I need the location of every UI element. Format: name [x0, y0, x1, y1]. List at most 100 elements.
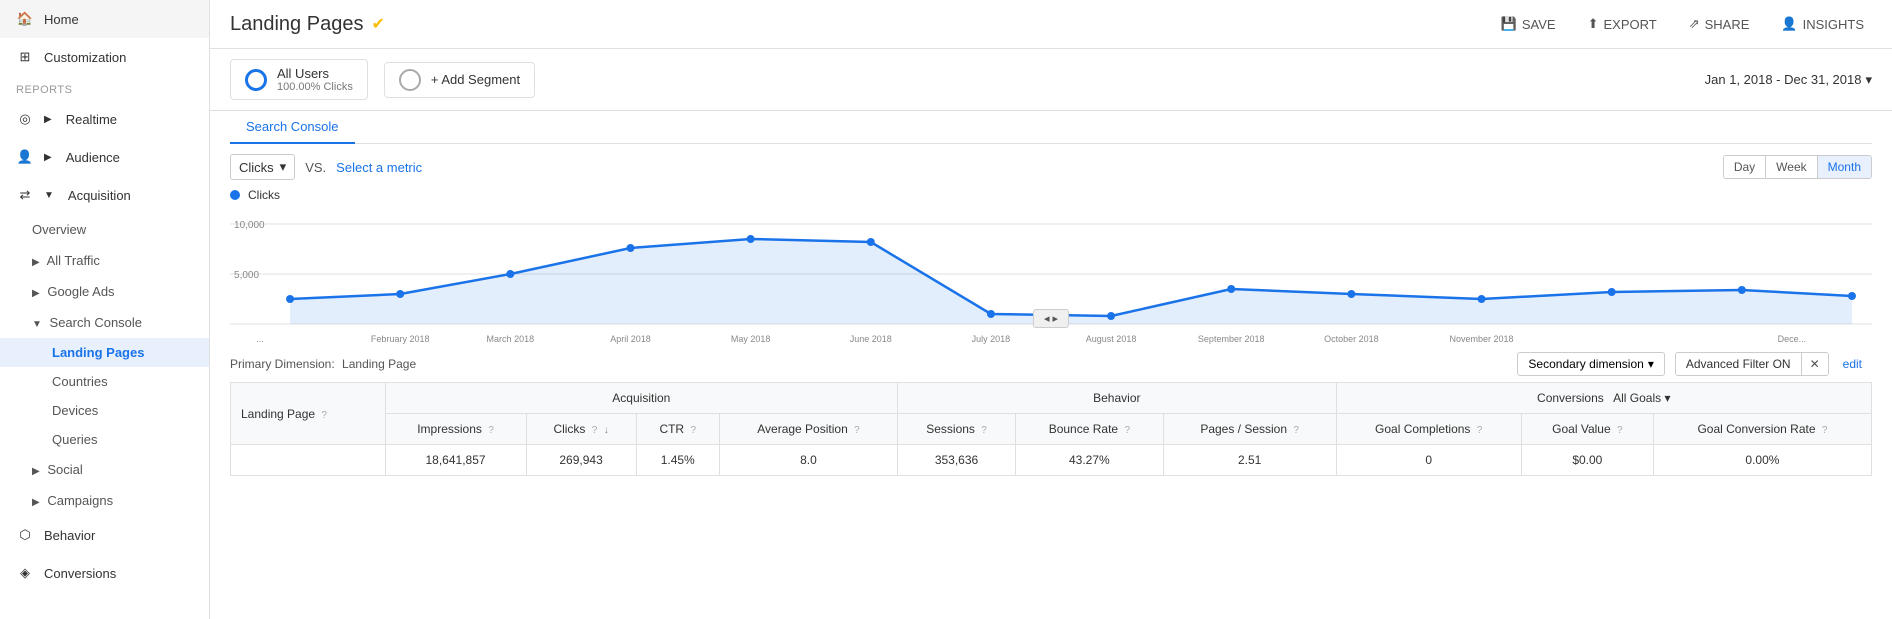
- metric-dropdown[interactable]: Clicks ▾: [230, 154, 295, 180]
- help-icon[interactable]: ?: [1124, 425, 1130, 436]
- all-goals-dropdown[interactable]: All Goals ▾: [1613, 391, 1670, 405]
- svg-text:November 2018: November 2018: [1449, 334, 1513, 344]
- behavior-icon: ⬡: [16, 526, 34, 544]
- advanced-filter-edit-link[interactable]: edit: [1833, 353, 1872, 375]
- help-icon[interactable]: ?: [1617, 425, 1623, 436]
- topbar-actions: 💾 SAVE ⬆ EXPORT ⇗ SHARE 👤 INSIGHTS: [1493, 12, 1872, 36]
- th-bounce-rate: Bounce Rate ?: [1015, 414, 1163, 445]
- sidebar-item-realtime[interactable]: ◎ ▶ Realtime: [0, 100, 209, 138]
- save-button[interactable]: 💾 SAVE: [1493, 12, 1564, 36]
- sidebar-item-customization[interactable]: ⊞ Customization: [0, 38, 209, 76]
- chevron-right-icon: ▶: [32, 497, 40, 508]
- sidebar-item-label: Countries: [52, 374, 108, 389]
- totals-clicks: 269,943: [526, 445, 636, 476]
- period-day-button[interactable]: Day: [1724, 156, 1766, 178]
- customization-icon: ⊞: [16, 48, 34, 66]
- svg-text:...: ...: [256, 334, 264, 344]
- advanced-filter-box: Advanced Filter ON ✕: [1675, 352, 1829, 376]
- all-users-segment[interactable]: All Users 100.00% Clicks: [230, 59, 368, 100]
- secondary-dimension-arrow: ▾: [1648, 357, 1654, 371]
- svg-text:June 2018: June 2018: [850, 334, 892, 344]
- help-icon[interactable]: ?: [1293, 425, 1299, 436]
- sidebar-item-label: Overview: [32, 222, 86, 237]
- sidebar-item-landing-pages[interactable]: Landing Pages: [0, 338, 209, 367]
- period-month-button[interactable]: Month: [1818, 156, 1871, 178]
- sidebar-item-search-console[interactable]: ▼ Search Console: [0, 307, 209, 338]
- metric-dropdown-arrow: ▾: [280, 159, 287, 175]
- main-content: Landing Pages ✔ 💾 SAVE ⬆ EXPORT ⇗ SHARE …: [210, 0, 1892, 619]
- sidebar-item-all-traffic[interactable]: ▶ All Traffic: [0, 245, 209, 276]
- add-segment[interactable]: + Add Segment: [384, 62, 535, 98]
- chart-point: [1107, 312, 1115, 320]
- chart-area: Search Console Clicks ▾ VS. Select a met…: [210, 111, 1892, 344]
- secondary-dimension-row-left: Secondary dimension ▾: [1517, 352, 1664, 376]
- svg-text:Dece...: Dece...: [1778, 334, 1807, 344]
- help-icon[interactable]: ?: [690, 425, 696, 436]
- date-range[interactable]: Jan 1, 2018 - Dec 31, 2018 ▾: [1705, 72, 1872, 88]
- help-icon[interactable]: ?: [1822, 425, 1828, 436]
- save-icon: 💾: [1501, 16, 1517, 32]
- chart-point: [1608, 288, 1616, 296]
- table-area: Primary Dimension: Landing Page Secondar…: [210, 344, 1892, 619]
- chart-point: [1478, 295, 1486, 303]
- help-icon[interactable]: ?: [981, 425, 987, 436]
- segment-bar-left: All Users 100.00% Clicks + Add Segment: [230, 59, 535, 100]
- th-behavior-group: Behavior: [898, 383, 1336, 414]
- chevron-right-icon: ▶: [32, 288, 40, 299]
- th-landing-page: Landing Page ?: [231, 383, 386, 445]
- realtime-icon: ◎: [16, 110, 34, 128]
- chevron-right-icon: ▶: [44, 114, 52, 125]
- sidebar-item-conversions[interactable]: ◈ Conversions: [0, 554, 209, 592]
- insights-button[interactable]: 👤 INSIGHTS: [1773, 12, 1872, 36]
- sidebar-item-overview[interactable]: Overview: [0, 214, 209, 245]
- date-range-chevron: ▾: [1865, 72, 1872, 88]
- verified-badge-icon: ✔: [371, 14, 384, 34]
- totals-goal-value: $0.00: [1521, 445, 1653, 476]
- share-button[interactable]: ⇗ SHARE: [1681, 12, 1758, 36]
- page-title-text: Landing Pages: [230, 13, 363, 36]
- help-icon[interactable]: ?: [854, 425, 860, 436]
- advanced-filter-container: Advanced Filter ON ✕ edit: [1675, 352, 1872, 376]
- svg-text:September 2018: September 2018: [1198, 334, 1265, 344]
- sidebar-item-label: Acquisition: [68, 188, 131, 203]
- svg-text:February 2018: February 2018: [371, 334, 430, 344]
- sidebar-item-acquisition[interactable]: ⇄ ▼ Acquisition: [0, 176, 209, 214]
- sidebar-item-label: All Traffic: [47, 253, 100, 268]
- sidebar-item-google-ads[interactable]: ▶ Google Ads: [0, 276, 209, 307]
- sidebar-item-devices[interactable]: Devices: [0, 396, 209, 425]
- chevron-right-icon: ▶: [32, 257, 40, 268]
- chart-scroll-handle[interactable]: ◂ ▸: [1033, 309, 1069, 328]
- chart-point: [1227, 285, 1235, 293]
- page-title: Landing Pages ✔: [230, 13, 385, 36]
- sidebar-item-social[interactable]: ▶ Social: [0, 454, 209, 485]
- sidebar-item-label: Conversions: [44, 566, 116, 581]
- advanced-filter-clear-button[interactable]: ✕: [1801, 353, 1828, 375]
- totals-label: [231, 445, 386, 476]
- th-goal-value: Goal Value ?: [1521, 414, 1653, 445]
- period-buttons: Day Week Month: [1723, 155, 1872, 179]
- tab-search-console[interactable]: Search Console: [230, 111, 355, 144]
- sidebar-item-home[interactable]: 🏠 Home: [0, 0, 209, 38]
- sidebar-item-countries[interactable]: Countries: [0, 367, 209, 396]
- help-icon[interactable]: ?: [1477, 425, 1483, 436]
- sidebar-item-audience[interactable]: 👤 ▶ Audience: [0, 138, 209, 176]
- totals-impressions: 18,641,857: [385, 445, 526, 476]
- sidebar-item-label: Queries: [52, 432, 98, 447]
- sidebar-item-queries[interactable]: Queries: [0, 425, 209, 454]
- export-button[interactable]: ⬆ EXPORT: [1580, 12, 1665, 36]
- sidebar: 🏠 Home ⊞ Customization REPORTS ◎ ▶ Realt…: [0, 0, 210, 619]
- secondary-dimension-button[interactable]: Secondary dimension ▾: [1517, 352, 1664, 376]
- topbar: Landing Pages ✔ 💾 SAVE ⬆ EXPORT ⇗ SHARE …: [210, 0, 1892, 49]
- save-label: SAVE: [1522, 17, 1556, 32]
- segment-circle-empty: [399, 69, 421, 91]
- sidebar-item-behavior[interactable]: ⬡ Behavior: [0, 516, 209, 554]
- totals-ctr: 1.45%: [636, 445, 719, 476]
- th-acquisition-group: Acquisition: [385, 383, 898, 414]
- help-icon[interactable]: ?: [321, 410, 327, 421]
- help-icon[interactable]: ?: [488, 425, 494, 436]
- period-week-button[interactable]: Week: [1766, 156, 1817, 178]
- select-metric-link[interactable]: Select a metric: [336, 160, 422, 175]
- chart-point: [747, 235, 755, 243]
- sidebar-item-campaigns[interactable]: ▶ Campaigns: [0, 485, 209, 516]
- help-icon[interactable]: ?: [592, 425, 598, 436]
